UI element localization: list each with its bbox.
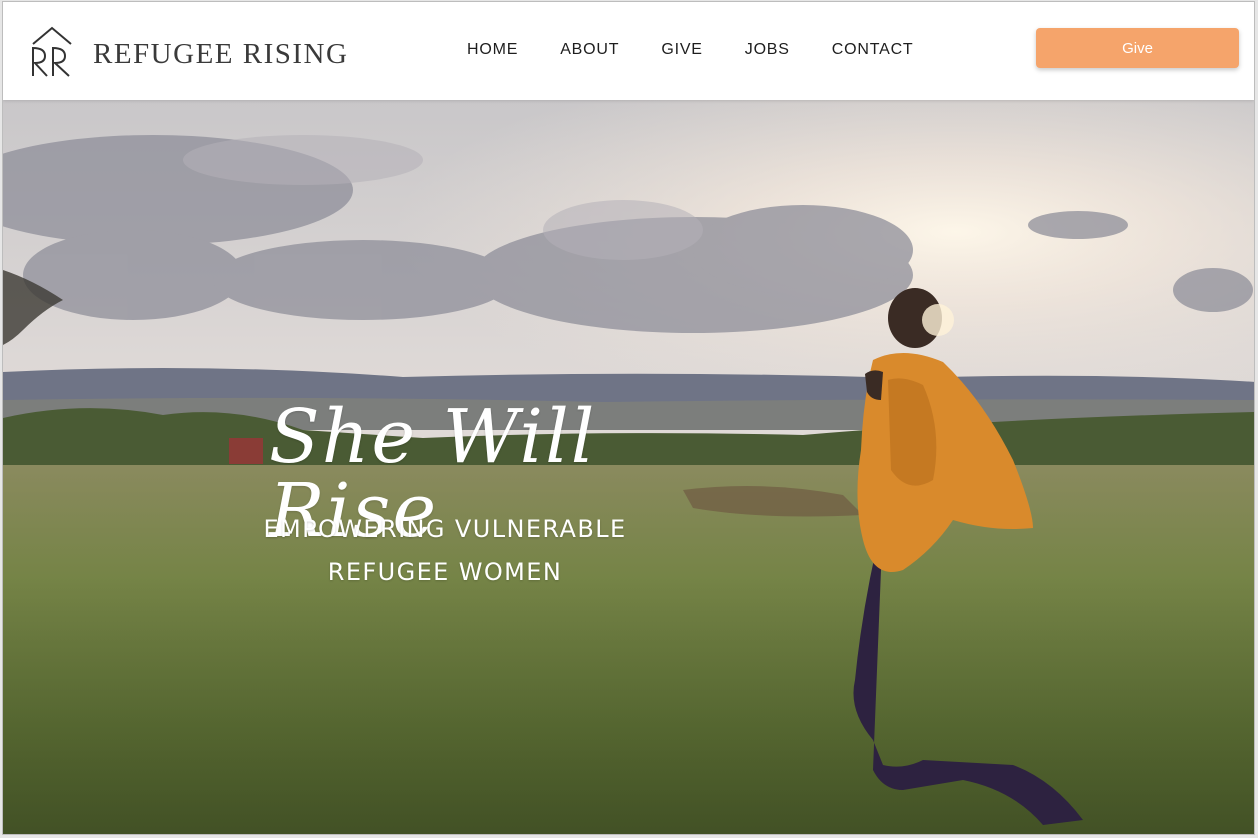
hero-tagline: EMPOWERING VULNERABLE REFUGEE WOMEN: [233, 508, 657, 594]
tagline-line2: REFUGEE WOMEN: [327, 558, 563, 586]
main-nav: HOME ABOUT GIVE JOBS CONTACT: [467, 41, 956, 59]
tagline-line1: EMPOWERING VULNERABLE: [263, 515, 627, 543]
brand-name: REFUGEE RISING: [93, 37, 349, 70]
logo-link[interactable]: REFUGEE RISING: [27, 24, 348, 78]
nav-jobs[interactable]: JOBS: [745, 41, 790, 59]
give-button[interactable]: Give: [1036, 28, 1239, 68]
hero-section: She Will Rise EMPOWERING VULNERABLE REFU…: [3, 100, 1254, 834]
house-rr-monogram-icon: [32, 26, 72, 77]
browser-viewport: REFUGEE RISING HOME ABOUT GIVE JOBS CONT…: [2, 1, 1255, 835]
site-header: REFUGEE RISING HOME ABOUT GIVE JOBS CONT…: [3, 2, 1254, 100]
nav-home[interactable]: HOME: [467, 41, 518, 59]
nav-about[interactable]: ABOUT: [560, 41, 619, 59]
nav-give[interactable]: GIVE: [661, 41, 702, 59]
nav-contact[interactable]: CONTACT: [832, 41, 914, 59]
